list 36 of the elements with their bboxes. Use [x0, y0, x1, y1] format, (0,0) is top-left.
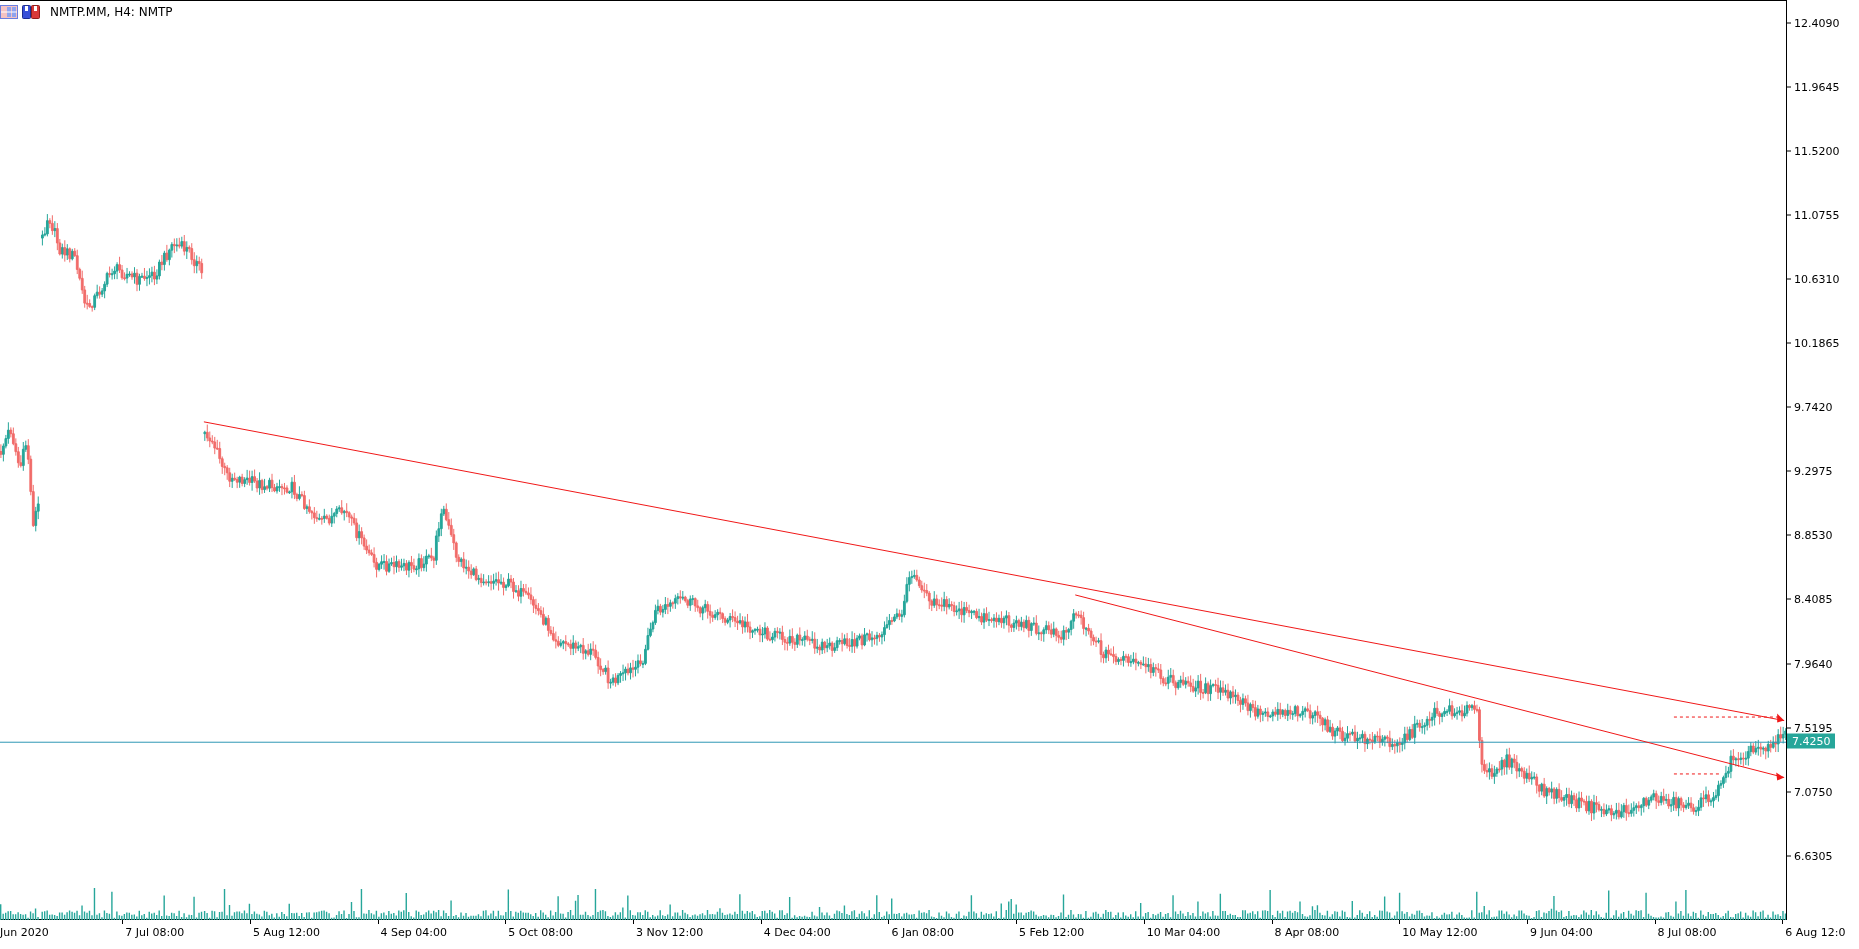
time-axis-label: 6 Jan 08:00	[891, 926, 955, 939]
time-axis-label: 5 Aug 12:00	[252, 926, 321, 939]
time-axis-label: Jun 2020	[0, 926, 49, 939]
price-axis-label: 10.6310	[1793, 272, 1840, 286]
price-axis-label: 8.4085	[1793, 592, 1833, 606]
time-axis-label: 4 Sep 04:00	[380, 926, 448, 939]
price-axis-label: 10.1865	[1793, 336, 1840, 350]
price-axis-label: 7.0750	[1793, 785, 1833, 799]
time-axis-label: 8 Apr 08:00	[1274, 926, 1340, 939]
color-scheme-icon[interactable]	[22, 4, 40, 20]
time-axis-label: 5 Feb 12:00	[1019, 926, 1085, 939]
chart-title: NMTP.MM, H4: NMTP	[50, 5, 173, 19]
price-axis-label: 9.7420	[1793, 400, 1833, 414]
time-axis-label: 10 May 12:00	[1402, 926, 1478, 939]
time-axis-label: 6 Aug 12:0	[1785, 926, 1846, 939]
price-axis-label: 7.9640	[1793, 657, 1833, 670]
time-axis-label: 10 Mar 04:00	[1146, 926, 1221, 939]
trend-line[interactable]	[203, 421, 1785, 723]
price-axis-label: 8.8530	[1793, 528, 1833, 542]
dashed-level-line	[1673, 773, 1720, 775]
time-axis-label: 4 Dec 04:00	[763, 926, 831, 939]
price-axis-label: 11.0755	[1793, 208, 1840, 222]
trend-line[interactable]	[1074, 594, 1785, 781]
time-axis-label: 7 Jul 08:00	[125, 926, 185, 939]
price-axis-label: 11.9645	[1793, 80, 1840, 94]
price-axis-label: 6.6305	[1793, 849, 1833, 863]
time-axis-label: 8 Jul 08:00	[1657, 926, 1717, 939]
table-icon[interactable]	[0, 4, 18, 20]
price-axis-label: 7.5195	[1793, 721, 1833, 735]
price-axis-label: 9.2975	[1793, 464, 1833, 478]
price-axis-label: 11.5200	[1793, 144, 1840, 158]
time-axis-label: 9 Jun 04:00	[1529, 926, 1593, 939]
price-axis-label: 12.4090	[1793, 16, 1840, 29]
time-axis-label: 5 Oct 08:00	[508, 926, 573, 939]
current-price-label: 7.4250	[1787, 733, 1835, 749]
time-axis-label: 3 Nov 12:00	[636, 926, 704, 939]
